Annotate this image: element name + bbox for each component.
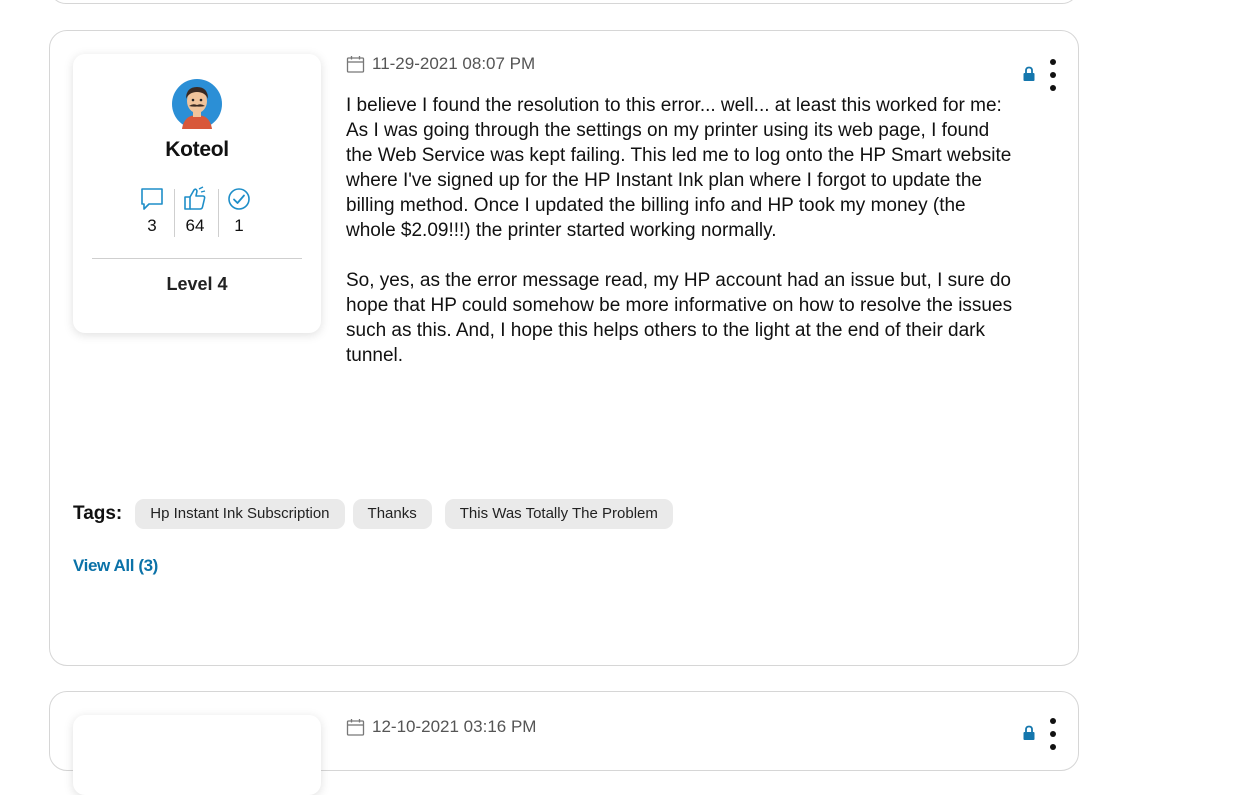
kudos-count: 64 bbox=[185, 216, 205, 235]
author-profile-card: Koteol 3 64 1 Level 4 bbox=[73, 54, 321, 333]
post-date-text: 11-29-2021 08:07 PM bbox=[372, 54, 536, 73]
kudos-stat: 64 bbox=[174, 186, 216, 236]
chat-bubble-icon bbox=[141, 188, 163, 210]
calendar-icon bbox=[346, 55, 365, 73]
thumbs-up-icon bbox=[184, 186, 206, 210]
more-options-icon[interactable] bbox=[1046, 58, 1060, 92]
post-paragraph: So, yes, as the error message read, my H… bbox=[346, 270, 1013, 366]
view-all-tags-link[interactable]: View All (3) bbox=[73, 556, 158, 576]
replies-count: 3 bbox=[147, 216, 157, 235]
solutions-stat: 1 bbox=[218, 186, 260, 236]
divider bbox=[92, 258, 302, 259]
post-paragraph: I believe I found the resolution to this… bbox=[346, 95, 1012, 241]
previous-post-card bbox=[49, 0, 1079, 4]
tags-row: Tags: Hp Instant Ink Subscription Thanks… bbox=[73, 499, 681, 529]
calendar-icon bbox=[346, 718, 365, 736]
tag-hp-instant-ink-subscription[interactable]: Hp Instant Ink Subscription bbox=[135, 499, 345, 529]
author-level: Level 4 bbox=[166, 274, 228, 294]
post-card: Koteol 3 64 1 Level 4 11-29-2021 08:07 P… bbox=[49, 30, 1079, 666]
author-name[interactable]: Koteol bbox=[73, 138, 321, 162]
avatar[interactable] bbox=[172, 79, 222, 129]
post-date: 11-29-2021 08:07 PM bbox=[346, 54, 535, 74]
tags-label: Tags: bbox=[73, 503, 123, 524]
lock-icon bbox=[1023, 725, 1035, 740]
solutions-count: 1 bbox=[234, 216, 244, 235]
tag-this-was-totally-the-problem[interactable]: This Was Totally The Problem bbox=[444, 499, 673, 529]
author-stats: 3 64 1 bbox=[73, 186, 321, 242]
check-circle-icon bbox=[228, 188, 250, 210]
lock-icon bbox=[1023, 66, 1035, 81]
post-date: 12-10-2021 03:16 PM bbox=[346, 717, 536, 737]
post-body: I believe I found the resolution to this… bbox=[346, 93, 1016, 368]
author-profile-card bbox=[73, 715, 321, 795]
tag-thanks[interactable]: Thanks bbox=[352, 499, 432, 529]
next-post-card: 12-10-2021 03:16 PM bbox=[49, 691, 1079, 795]
more-options-icon[interactable] bbox=[1046, 717, 1060, 751]
replies-stat: 3 bbox=[131, 186, 173, 236]
post-date-text: 12-10-2021 03:16 PM bbox=[372, 717, 537, 736]
